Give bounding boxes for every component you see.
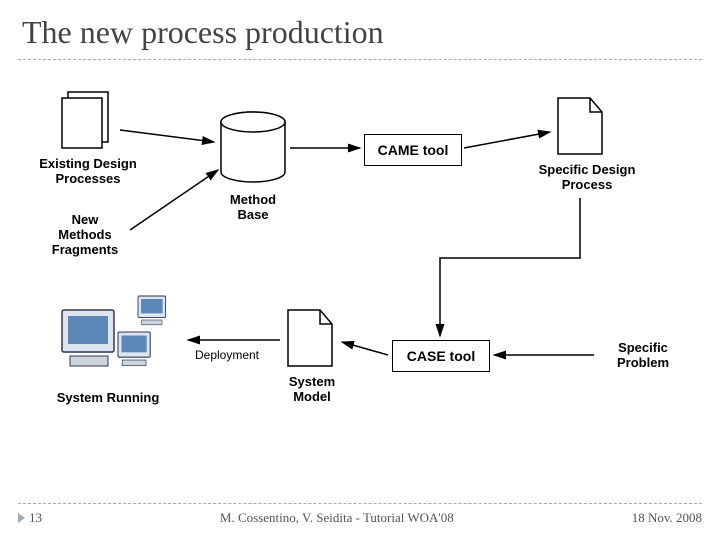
footer-center: M. Cossentino, V. Seidita - Tutorial WOA… bbox=[220, 510, 454, 526]
bullet-icon bbox=[18, 513, 25, 523]
page-title: The new process production bbox=[0, 0, 720, 59]
footer-date: 18 Nov. 2008 bbox=[632, 510, 702, 526]
footer: 13 M. Cossentino, V. Seidita - Tutorial … bbox=[18, 503, 702, 526]
diagram-area: Existing Design Processes New Methods Fr… bbox=[18, 90, 702, 470]
arrows-layer bbox=[18, 90, 702, 470]
slide-number: 13 bbox=[18, 510, 42, 526]
footer-divider bbox=[18, 503, 702, 504]
slide-number-text: 13 bbox=[29, 510, 42, 526]
title-divider bbox=[18, 59, 702, 60]
